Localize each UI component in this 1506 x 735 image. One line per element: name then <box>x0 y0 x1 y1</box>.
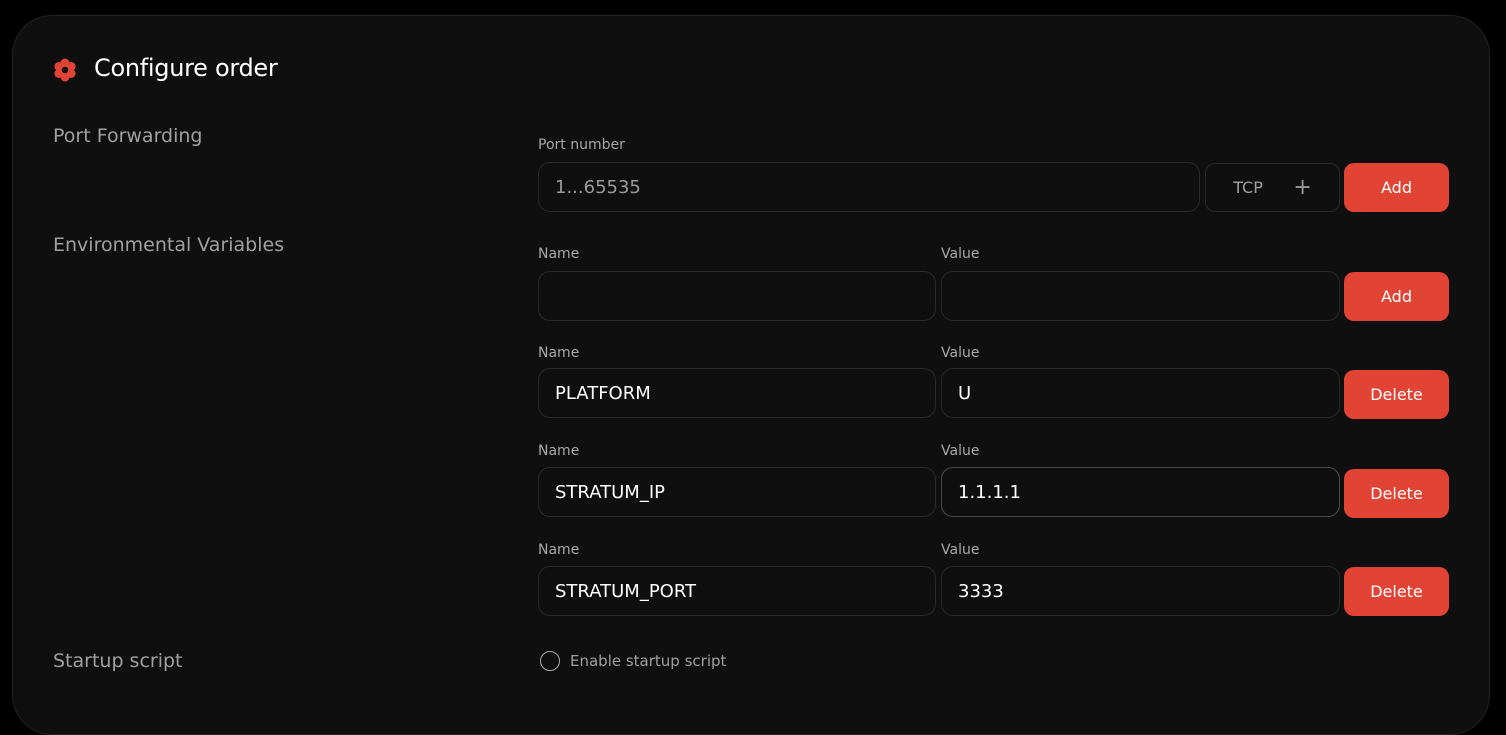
add-env-button[interactable]: Add <box>1344 272 1449 321</box>
env-value-input[interactable]: 1.1.1.1 <box>941 467 1340 517</box>
plus-icon: + <box>1293 175 1312 200</box>
env-value-input[interactable]: 3333 <box>941 566 1340 616</box>
env-value-input[interactable] <box>941 271 1340 321</box>
section-port-forwarding: Port Forwarding <box>53 125 203 147</box>
port-number-label: Port number <box>538 137 625 153</box>
env-name-input[interactable]: STRATUM_IP <box>538 467 936 517</box>
gear-icon <box>54 58 76 82</box>
protocol-select[interactable]: TCP + <box>1205 163 1340 212</box>
section-env-vars: Environmental Variables <box>53 234 285 256</box>
env-value-label: Value <box>941 542 980 558</box>
env-value-label: Value <box>941 443 980 459</box>
env-name-input[interactable] <box>538 271 936 321</box>
env-name-input[interactable]: PLATFORM <box>538 368 936 418</box>
env-value-label: Value <box>941 345 980 361</box>
env-value-label: Value <box>941 246 980 262</box>
env-name-label: Name <box>538 443 580 459</box>
enable-startup-script-radio[interactable] <box>540 651 560 671</box>
delete-env-button[interactable]: Delete <box>1344 567 1449 616</box>
delete-env-button[interactable]: Delete <box>1344 370 1449 419</box>
env-name-input[interactable]: STRATUM_PORT <box>538 566 936 616</box>
protocol-value: TCP <box>1233 178 1263 197</box>
env-value-input[interactable]: U <box>941 368 1340 418</box>
env-name-label: Name <box>538 345 580 361</box>
enable-startup-script-label[interactable]: Enable startup script <box>570 652 726 670</box>
delete-env-button[interactable]: Delete <box>1344 469 1449 518</box>
env-name-label: Name <box>538 246 580 262</box>
port-number-input[interactable]: 1...65535 <box>538 162 1200 212</box>
section-startup-script: Startup script <box>53 650 183 672</box>
add-port-button[interactable]: Add <box>1344 163 1449 212</box>
env-name-label: Name <box>538 542 580 558</box>
page-title: Configure order <box>94 54 278 82</box>
